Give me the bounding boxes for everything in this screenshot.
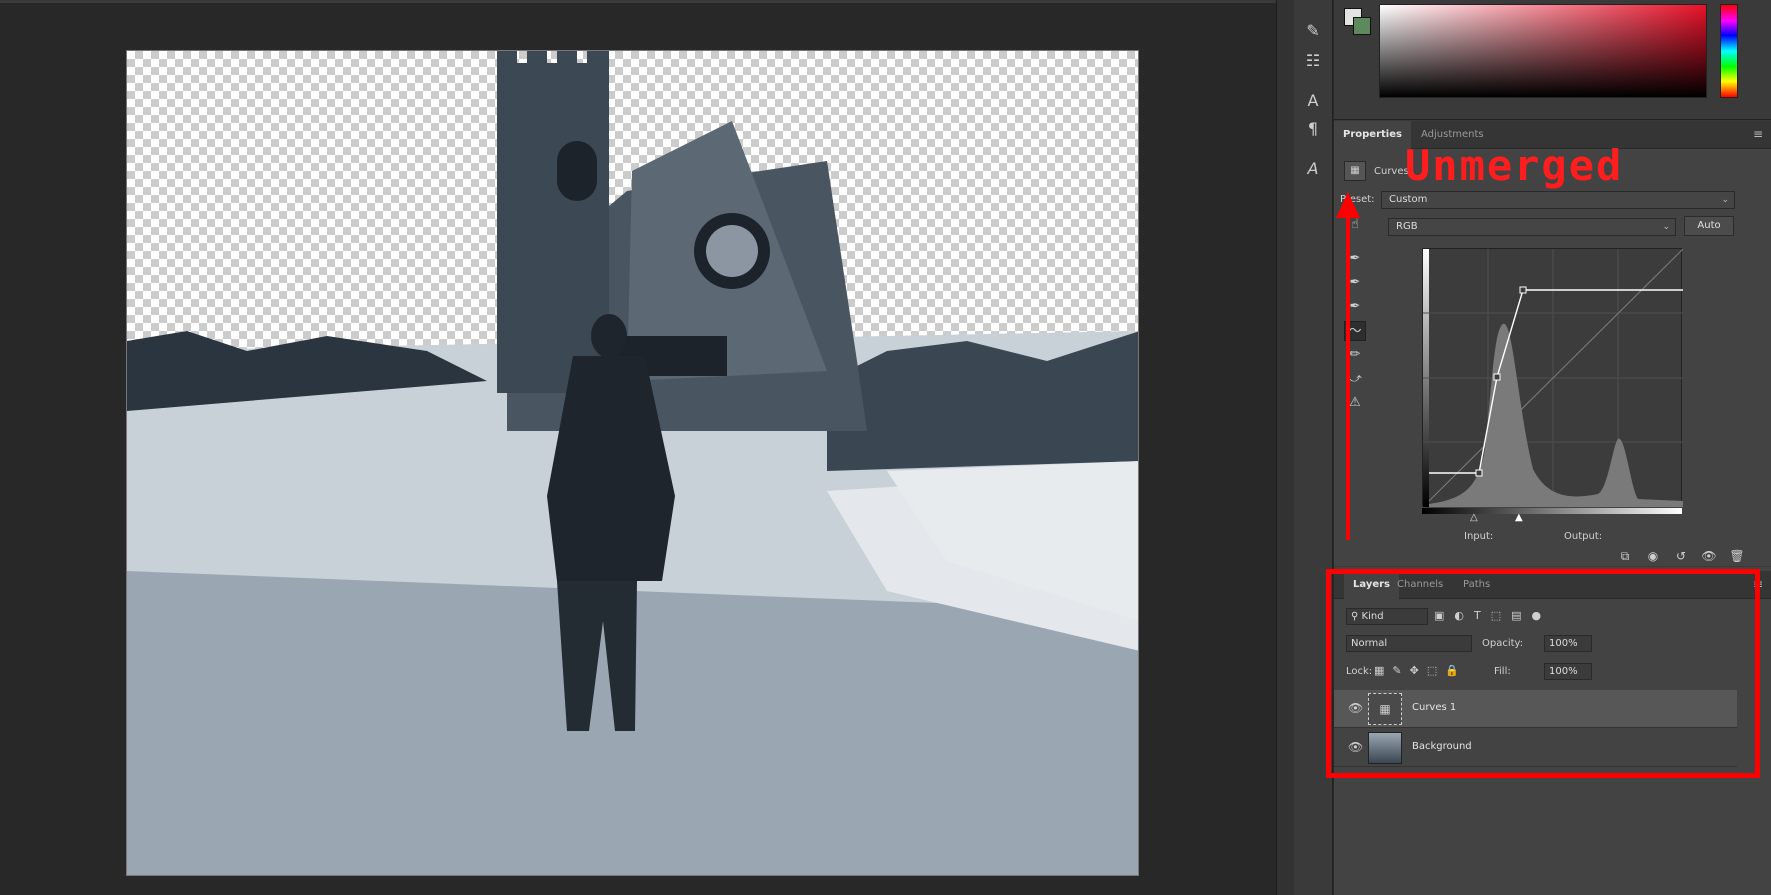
channel-dropdown[interactable]: RGB ⌄ (1388, 218, 1676, 236)
auto-button[interactable]: Auto (1684, 216, 1734, 236)
character-icon[interactable]: A (1300, 90, 1326, 112)
preset-dropdown[interactable]: Custom ⌄ (1381, 191, 1735, 209)
tower-crenel (557, 51, 577, 73)
photo-scene (127, 51, 1138, 875)
adjust-icon[interactable]: ☷ (1300, 50, 1326, 72)
background-color-swatch[interactable] (1353, 17, 1371, 35)
chevron-down-icon: ⌄ (1662, 222, 1670, 232)
hue-slider[interactable] (1720, 4, 1738, 98)
curves-graph[interactable] (1422, 248, 1684, 507)
annotation-arrow-line (1346, 215, 1350, 540)
curves-histogram (1429, 323, 1683, 507)
photoshop-window: ✎ ☷ A ¶ A Properties Adjustments ≡ ▦ Cur… (0, 0, 1771, 895)
white-point-slider[interactable]: ▲ (1515, 512, 1523, 523)
preset-value: Custom (1389, 194, 1428, 205)
delete-icon[interactable]: 🗑 (1723, 549, 1751, 563)
canvas-area[interactable] (0, 0, 1276, 895)
chevron-down-icon: ⌄ (1721, 195, 1729, 205)
color-saturation-field[interactable] (1379, 4, 1707, 98)
input-label: Input: (1464, 531, 1494, 542)
tower-crenel (587, 51, 609, 73)
clip-to-layer-icon[interactable]: ⧉ (1611, 549, 1639, 564)
properties-bottom-bar: ⧉ ◉ ↺ 👁 🗑 (1611, 545, 1751, 563)
black-point-slider[interactable]: △ (1470, 512, 1478, 523)
visibility-icon[interactable]: 👁 (1695, 549, 1723, 563)
curves-baseline (1428, 248, 1684, 502)
document-image[interactable] (126, 50, 1139, 876)
glyph-icon[interactable]: A (1300, 158, 1326, 180)
paragraph-icon[interactable]: ¶ (1300, 118, 1326, 140)
tower-crenel (527, 51, 547, 73)
person-head (591, 314, 627, 358)
adjustment-name: Curves (1374, 166, 1409, 177)
annotation-highlight-box (1326, 569, 1760, 778)
channel-value: RGB (1396, 221, 1418, 232)
curves-point (1519, 286, 1527, 294)
brush-settings-icon[interactable]: ✎ (1300, 20, 1326, 42)
panel-divider[interactable] (1276, 0, 1294, 895)
curves-graph-svg (1423, 248, 1684, 507)
tower-crenel (497, 51, 517, 73)
rose-window-inner (706, 225, 758, 277)
curves-input-gradient (1422, 508, 1682, 514)
view-previous-icon[interactable]: ◉ (1639, 549, 1667, 563)
reset-icon[interactable]: ↺ (1667, 549, 1695, 563)
output-label: Output: (1564, 531, 1603, 542)
curves-line (1429, 289, 1683, 474)
annotation-arrow-head (1336, 192, 1360, 218)
curves-point (1493, 373, 1501, 381)
color-panel (1334, 0, 1771, 120)
panel-menu-icon[interactable]: ≡ (1753, 127, 1763, 141)
tab-properties[interactable]: Properties (1334, 121, 1411, 149)
curves-adjustment-icon: ▦ (1344, 161, 1366, 181)
tower-window (557, 141, 597, 201)
annotation-text: Unmerged (1405, 141, 1624, 190)
curves-point (1475, 469, 1483, 477)
